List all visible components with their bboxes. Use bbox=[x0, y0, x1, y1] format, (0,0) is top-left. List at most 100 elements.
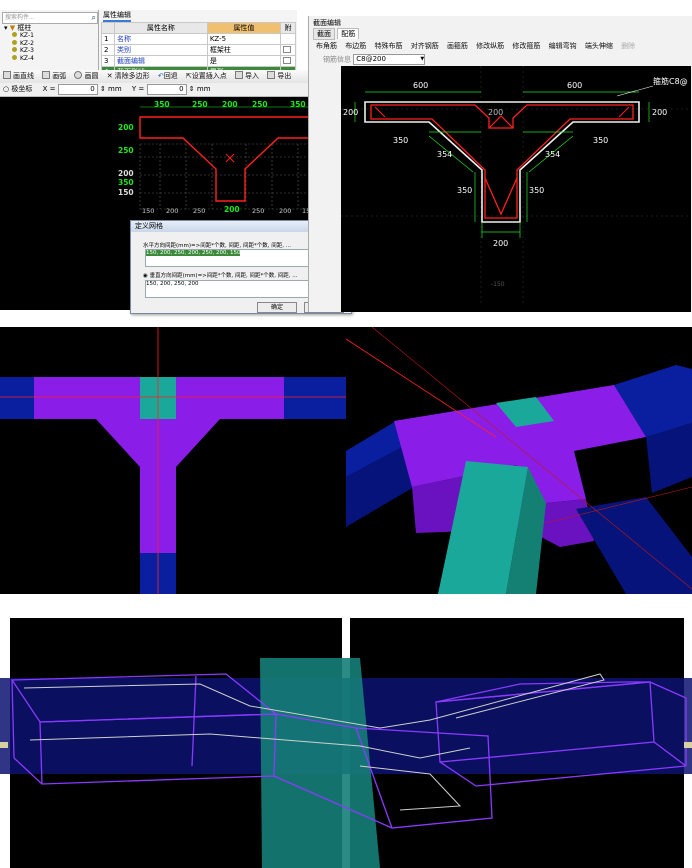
close-icon: ✕ bbox=[106, 72, 113, 80]
end-extend-button[interactable]: 端头伸缩 bbox=[582, 40, 616, 52]
undo-button[interactable]: ↶回退 bbox=[155, 70, 181, 82]
dim-350-mid-left: 350 bbox=[393, 136, 408, 145]
joint-wireframe-view bbox=[0, 618, 692, 868]
col-header-name: 属性名称 bbox=[114, 22, 208, 34]
dim-left-2: 200 bbox=[118, 169, 134, 178]
draw-arc-button[interactable]: 画弧 bbox=[39, 70, 69, 82]
y-input[interactable]: 0 bbox=[146, 83, 187, 95]
export-icon bbox=[267, 71, 276, 79]
import-button[interactable]: 导入 bbox=[232, 70, 262, 82]
edge-bar-button[interactable]: 布边筋 bbox=[342, 40, 369, 52]
tree-item[interactable]: KZ-2 bbox=[12, 39, 34, 48]
clear-polygon-button[interactable]: ✕ 清除多边形 bbox=[104, 70, 153, 82]
dim-200-right: 200 bbox=[652, 108, 667, 117]
draw-circle-button[interactable]: 画圆 bbox=[71, 70, 101, 82]
section-editor-window: 截面编辑 截面 配筋 布角筋 布边筋 特殊布筋 对齐钢筋 画箍筋 修改纵筋 修改… bbox=[308, 16, 692, 312]
draw-stirrup-button[interactable]: 画箍筋 bbox=[444, 40, 471, 52]
tree-root[interactable]: ▾ ▼ 框柱 bbox=[4, 24, 31, 32]
property-panel: 属性编辑 属性名称 属性值 附 1名称KZ-5 2类别框架柱 3截面编辑是 4截… bbox=[99, 10, 297, 78]
dim-354-left: 354 bbox=[437, 150, 452, 159]
rebar-toolbar: 布角筋 布边筋 特殊布筋 对齐钢筋 画箍筋 修改纵筋 修改箍筋 编辑弯钩 端头伸… bbox=[313, 40, 691, 52]
horizontal-spacing-label: 水平方向间距(mm)=>间距*个数, 间距, 间距*个数, 间距, ... bbox=[143, 243, 291, 249]
dim-200-center: 200 bbox=[488, 108, 503, 117]
table-row[interactable]: 3 截面编辑是 bbox=[101, 55, 296, 67]
tree-search-input[interactable]: 搜索构件... bbox=[3, 14, 35, 21]
polar-radio[interactable]: ○ bbox=[3, 85, 9, 93]
rebar-info-label: 钢筋信息 bbox=[323, 55, 351, 64]
dim-top-1: 250 bbox=[192, 100, 208, 109]
polygon-toolbar: 画直线 画弧 画圆 ✕清除多边形 ↶回退 ⇱设置插入点 导入 导出 » bbox=[0, 70, 338, 84]
corner-bar-button[interactable]: 布角筋 bbox=[313, 40, 340, 52]
tab-section[interactable]: 截面 bbox=[313, 28, 335, 40]
circle-icon bbox=[74, 71, 83, 79]
polar-label: 极坐标 bbox=[11, 85, 33, 93]
dim-354-right: 354 bbox=[545, 150, 560, 159]
export-button[interactable]: 导出 bbox=[264, 70, 294, 82]
edit-stirrup-button[interactable]: 修改箍筋 bbox=[509, 40, 543, 52]
dim-200-left: 200 bbox=[343, 108, 358, 117]
column-folder-icon: ▼ bbox=[9, 24, 16, 32]
dim-left-extra: 350 bbox=[118, 178, 134, 187]
stirrup-callout: 箍筋C8@ bbox=[653, 76, 688, 86]
table-row[interactable]: 1 名称 KZ-5 bbox=[101, 33, 296, 45]
vertical-spacing-label-row: ◉ 垂直方向间距(mm)=>间距*个数, 间距, 间距*个数, 间距, ... bbox=[143, 273, 298, 279]
column-item-icon bbox=[12, 54, 17, 60]
special-bar-button[interactable]: 特殊布筋 bbox=[371, 40, 405, 52]
dim-left-3: 150 bbox=[118, 188, 134, 197]
coordinate-bar: ○ 极坐标 X = 0 ⇕ mm Y = 0 ⇕ mm bbox=[0, 83, 338, 97]
rebar-info-select[interactable]: C8@200 ▼ bbox=[353, 54, 426, 65]
attach-checkbox[interactable] bbox=[280, 44, 296, 56]
arc-icon bbox=[42, 71, 51, 79]
svg-text:200: 200 bbox=[279, 207, 291, 215]
y-spin-icon[interactable]: ⇕ bbox=[189, 85, 195, 93]
set-insert-point-button[interactable]: ⇱设置插入点 bbox=[183, 70, 230, 82]
column-item-icon bbox=[12, 39, 17, 45]
tree-search-box[interactable]: 搜索构件... ⌕ bbox=[2, 12, 98, 24]
dim-600-right: 600 bbox=[567, 81, 582, 90]
section-editor-title: 截面编辑 bbox=[313, 19, 341, 27]
import-icon bbox=[235, 71, 244, 79]
svg-text:200: 200 bbox=[166, 207, 178, 215]
edit-long-bar-button[interactable]: 修改纵筋 bbox=[473, 40, 507, 52]
tree-item[interactable]: KZ-1 bbox=[12, 32, 34, 40]
dim-top-3: 250 bbox=[252, 100, 268, 109]
svg-text:250: 250 bbox=[252, 207, 264, 215]
search-icon[interactable]: ⌕ bbox=[92, 13, 96, 23]
dim-350-mid-right: 350 bbox=[593, 136, 608, 145]
align-bar-button[interactable]: 对齐钢筋 bbox=[408, 40, 442, 52]
table-row[interactable]: 2 类别 框架柱 bbox=[101, 44, 296, 56]
tab-rebar[interactable]: 配筋 bbox=[337, 28, 360, 39]
section-canvas[interactable]: 600 600 200 200 200 350 350 354 354 350 … bbox=[341, 66, 691, 312]
dim-600-left: 600 bbox=[413, 81, 428, 90]
tree-item[interactable]: KZ-4 bbox=[12, 54, 34, 63]
dim-faint: -150 bbox=[491, 281, 505, 288]
chevron-down-icon: ▼ bbox=[420, 56, 425, 62]
dim-350-low-right: 350 bbox=[529, 186, 544, 195]
svg-text:250: 250 bbox=[193, 207, 205, 215]
x-label: X = bbox=[42, 85, 56, 93]
dim-left-0: 200 bbox=[118, 123, 134, 132]
column-item-icon bbox=[12, 47, 17, 52]
collapse-icon[interactable]: ▾ bbox=[4, 24, 8, 32]
column-item-icon bbox=[12, 32, 17, 37]
dim-bottom-center: 200 bbox=[224, 205, 240, 214]
dim-200-bottom: 200 bbox=[493, 239, 508, 248]
draw-line-button[interactable]: 画直线 bbox=[0, 70, 37, 82]
edit-hook-button[interactable]: 编辑弯钩 bbox=[546, 40, 580, 52]
col-header-value: 属性值 bbox=[206, 22, 282, 34]
x-spin-icon[interactable]: ⇕ bbox=[100, 85, 106, 93]
ok-button[interactable]: 确定 bbox=[257, 302, 297, 313]
dim-left-1: 250 bbox=[118, 146, 134, 155]
attach-checkbox[interactable] bbox=[280, 33, 296, 45]
tree-item[interactable]: KZ-3 bbox=[12, 47, 34, 55]
tab-property-edit[interactable]: 属性编辑 bbox=[103, 10, 131, 22]
dim-top-4: 350 bbox=[290, 100, 306, 109]
section-tabs: 截面 配筋 bbox=[313, 28, 360, 40]
delete-button[interactable]: 删除 bbox=[618, 40, 638, 52]
x-input[interactable]: 0 bbox=[57, 83, 98, 95]
dim-top-0: 350 bbox=[154, 100, 170, 109]
attach-checkbox[interactable] bbox=[280, 55, 296, 67]
vertical-radio[interactable]: ◉ bbox=[143, 273, 148, 279]
dim-top-2: 200 bbox=[222, 100, 238, 109]
joint-perspective-view bbox=[346, 327, 692, 594]
